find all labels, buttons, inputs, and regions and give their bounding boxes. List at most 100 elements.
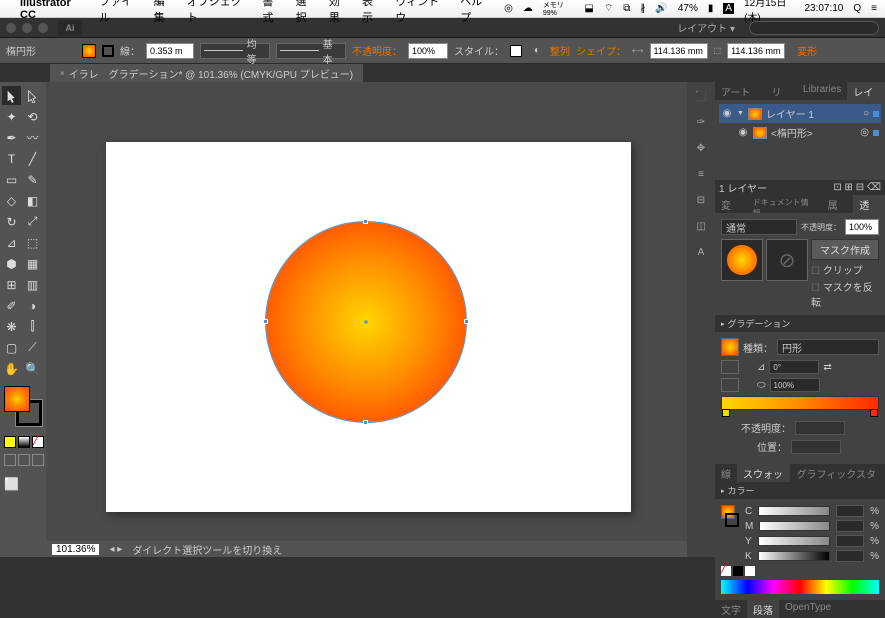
notification-icon[interactable]: ≡ xyxy=(871,3,877,14)
aspect-icon[interactable] xyxy=(721,378,739,392)
graph-tool[interactable]: ⫿ xyxy=(23,317,42,336)
curvature-tool[interactable]: 〰 xyxy=(23,128,42,147)
target-icon[interactable]: ◎ xyxy=(860,127,869,138)
free-transform-tool[interactable]: ⬚ xyxy=(23,233,42,252)
layer-row-1[interactable]: ◉ ▼ レイヤー 1 ○ xyxy=(719,104,881,123)
transform-label[interactable]: 変形 xyxy=(797,43,817,58)
volume-icon[interactable]: 🔊 xyxy=(655,3,667,14)
color-guide-icon[interactable]: ⬛ xyxy=(693,88,709,104)
k-value[interactable] xyxy=(836,550,864,562)
tab-stroke[interactable]: 線 xyxy=(715,464,737,482)
brushes-icon[interactable]: ✑ xyxy=(693,114,709,130)
shape-button[interactable]: シェイプ： xyxy=(576,43,626,58)
menu-effect[interactable]: 効果 xyxy=(329,0,350,25)
anchor-left[interactable] xyxy=(263,319,268,324)
menu-window[interactable]: ウィンドウ xyxy=(395,0,448,25)
target-icon[interactable]: ○ xyxy=(863,108,869,119)
visibility-icon[interactable]: ◉ xyxy=(737,127,749,138)
center-point[interactable] xyxy=(365,321,368,324)
gradient-mode-icon[interactable] xyxy=(18,436,30,448)
lasso-tool[interactable]: ⟲ xyxy=(23,107,42,126)
minimize-window-button[interactable] xyxy=(22,23,32,33)
draw-inside-icon[interactable] xyxy=(32,454,44,466)
tab-graphic-styles[interactable]: グラフィックスタイル xyxy=(790,464,885,482)
tab-swatches[interactable]: スウォッチ xyxy=(737,464,790,482)
gradient-stop-2[interactable] xyxy=(870,409,878,417)
blend-mode-dropdown[interactable]: 通常 xyxy=(721,219,797,235)
align-label[interactable]: 整列 xyxy=(550,43,570,58)
tab-attributes[interactable]: 属性 xyxy=(822,195,854,213)
mask-preview[interactable]: ⊘ xyxy=(766,239,808,281)
reverse-icon[interactable]: ⇄ xyxy=(823,362,831,373)
menu-view[interactable]: 表示 xyxy=(362,0,383,25)
clock-time[interactable]: 23:07:10 xyxy=(804,3,843,14)
slice-tool[interactable]: ⟋ xyxy=(23,338,42,357)
recolor-icon[interactable]: ◐ xyxy=(534,45,540,56)
create-mask-button[interactable]: マスク作成 xyxy=(811,239,879,260)
fill-swatch[interactable] xyxy=(82,44,96,58)
object-preview[interactable] xyxy=(721,239,763,281)
brush-dropdown[interactable]: 基本 xyxy=(276,43,346,59)
close-window-button[interactable] xyxy=(6,23,16,33)
screen-mode-icon[interactable]: ⬜ xyxy=(2,474,21,493)
tab-libraries[interactable]: Libraries xyxy=(797,82,847,100)
type-tool[interactable]: T xyxy=(2,149,21,168)
document-tab[interactable]: × イラレ グラデーション* @ 101.36% (CMYK/GPU プレビュー… xyxy=(50,64,363,83)
rectangle-tool[interactable]: ▭ xyxy=(2,170,21,189)
ellipse-shape[interactable] xyxy=(266,222,466,422)
style-swatch[interactable] xyxy=(510,45,522,57)
app-name[interactable]: Illustrator CC xyxy=(20,0,87,21)
gradient-stop-1[interactable] xyxy=(722,409,730,417)
tab-transform[interactable]: 変形 xyxy=(715,195,747,213)
pathfinder-icon[interactable]: ◫ xyxy=(693,218,709,234)
tab-docinfo[interactable]: ドキュメント情報 xyxy=(747,195,822,213)
maximize-window-button[interactable] xyxy=(38,23,48,33)
tab-transparency[interactable]: 透明 xyxy=(853,195,885,213)
spectrum-picker[interactable] xyxy=(721,580,879,594)
align-panel-icon[interactable]: ⊟ xyxy=(693,192,709,208)
width-tool[interactable]: ⊿ xyxy=(2,233,21,252)
draw-normal-icon[interactable] xyxy=(4,454,16,466)
close-tab-icon[interactable]: × xyxy=(60,69,65,78)
shape-builder-tool[interactable]: ⬢ xyxy=(2,254,21,273)
line-tool[interactable]: ╱ xyxy=(23,149,42,168)
c-value[interactable] xyxy=(836,505,864,517)
selection-tool[interactable] xyxy=(2,86,21,105)
anchor-bottom[interactable] xyxy=(363,420,368,425)
m-slider[interactable] xyxy=(759,521,830,531)
anchor-right[interactable] xyxy=(464,319,469,324)
mesh-tool[interactable]: ⊞ xyxy=(2,275,21,294)
perspective-tool[interactable]: ▦ xyxy=(23,254,42,273)
opacity-label[interactable]: 不透明度： xyxy=(352,43,402,58)
wifi-icon[interactable]: ⌔ xyxy=(604,2,613,15)
none-color-icon[interactable]: ╱ xyxy=(721,566,731,576)
menu-help[interactable]: ヘルプ xyxy=(460,0,492,25)
fill-stroke-control[interactable] xyxy=(4,386,42,426)
opacity-input[interactable] xyxy=(408,43,448,59)
opacity-input[interactable] xyxy=(845,219,879,235)
stop-position-input[interactable] xyxy=(791,440,841,454)
status-icon[interactable]: ◎ xyxy=(504,3,513,14)
rotate-tool[interactable]: ↻ xyxy=(2,212,21,231)
hand-tool[interactable]: ✋ xyxy=(2,359,21,378)
menu-file[interactable]: ファイル xyxy=(99,0,141,25)
fill-color-box[interactable] xyxy=(4,386,30,412)
tab-artboards[interactable]: アートボード xyxy=(715,82,765,100)
layer-actions[interactable]: ⊡ ⊞ ⊟ ⌫ xyxy=(833,182,881,193)
y-slider[interactable] xyxy=(758,536,830,546)
gradient-swatch[interactable] xyxy=(721,338,739,356)
symbols-icon[interactable]: ✥ xyxy=(693,140,709,156)
black-swatch[interactable] xyxy=(733,566,743,576)
ratio-input[interactable] xyxy=(770,378,820,392)
shape-name[interactable]: <楕円形> xyxy=(771,125,813,140)
m-value[interactable] xyxy=(836,520,864,532)
tab-layers[interactable]: レイヤー xyxy=(847,82,885,100)
tab-character[interactable]: 文字 xyxy=(715,600,747,618)
angle-input[interactable] xyxy=(769,360,819,374)
stroke-panel-icon[interactable]: ≡ xyxy=(693,166,709,182)
visibility-icon[interactable]: ◉ xyxy=(721,108,733,119)
color-mode-icon[interactable] xyxy=(4,436,16,448)
clip-checkbox[interactable]: ☐ クリップ xyxy=(811,262,879,277)
height-input[interactable] xyxy=(727,43,785,59)
shaper-tool[interactable]: ◇ xyxy=(2,191,21,210)
